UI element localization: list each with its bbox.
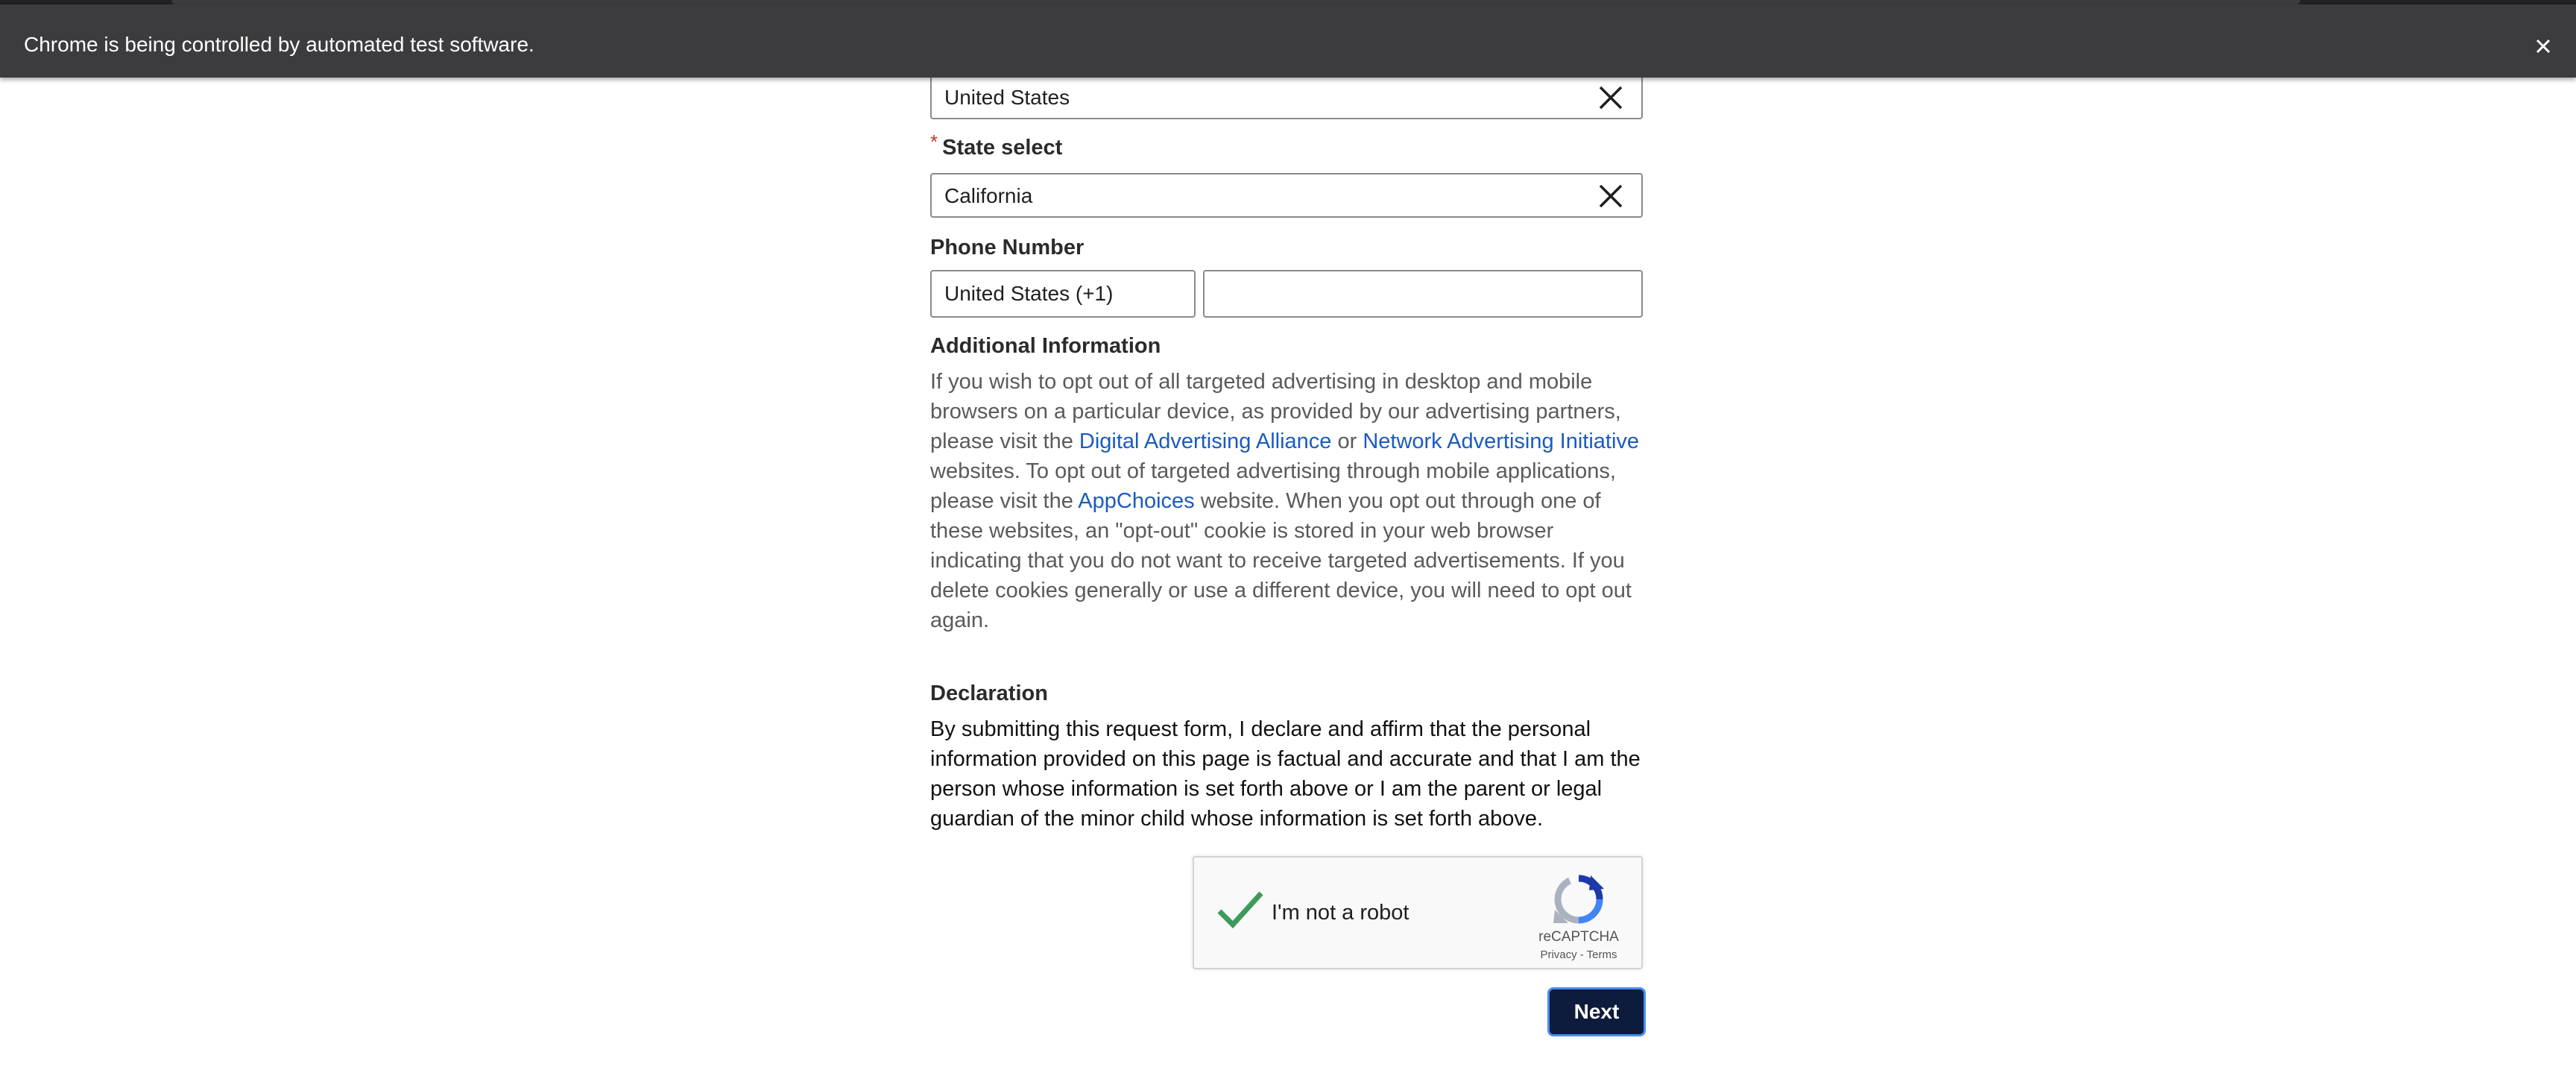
state-select-value: California — [944, 184, 1033, 207]
checkmark-icon[interactable] — [1216, 889, 1264, 931]
close-icon[interactable] — [1598, 85, 1623, 110]
state-select-label-text: State select — [942, 136, 1063, 160]
close-icon[interactable] — [1598, 183, 1623, 209]
close-icon[interactable] — [2528, 31, 2558, 61]
phone-country-value: United States (+1) — [944, 282, 1114, 305]
phone-number-input[interactable] — [1203, 270, 1643, 318]
next-button[interactable]: Next — [1547, 987, 1646, 1036]
recaptcha-logo-icon — [1553, 875, 1604, 924]
country-select[interactable]: United States — [930, 75, 1643, 119]
country-select-value: United States — [944, 86, 1070, 109]
declaration-text: By submitting this request form, I decla… — [930, 717, 1641, 831]
additional-info-text: If you wish to opt out of all targeted a… — [930, 367, 1643, 635]
recaptcha-label[interactable]: I'm not a robot — [1272, 857, 1409, 968]
required-marker: * — [930, 130, 938, 153]
appchoices-link[interactable]: AppChoices — [1078, 489, 1194, 513]
phone-number-label: Phone Number — [930, 236, 1085, 259]
recaptcha-brand: reCAPTCHA — [1538, 929, 1619, 945]
digital-advertising-alliance-link[interactable]: Digital Advertising Alliance — [1079, 429, 1332, 453]
automation-infobar: Chrome is being controlled by automated … — [0, 4, 2576, 78]
declaration-heading: Declaration — [930, 682, 1048, 705]
phone-country-select[interactable]: United States (+1) — [930, 270, 1196, 318]
additional-info-heading: Additional Information — [930, 334, 1161, 358]
network-advertising-initiative-link[interactable]: Network Advertising Initiative — [1363, 429, 1639, 453]
recaptcha-widget: I'm not a robot reCAPTCHA Privacy - Term… — [1193, 856, 1643, 969]
state-select-label: * State select — [930, 130, 1063, 160]
infobar-message: Chrome is being controlled by automated … — [24, 33, 534, 56]
additional-info-text-part: or — [1331, 429, 1363, 453]
state-select[interactable]: California — [930, 173, 1643, 218]
recaptcha-privacy-terms[interactable]: Privacy - Terms — [1522, 948, 1635, 961]
